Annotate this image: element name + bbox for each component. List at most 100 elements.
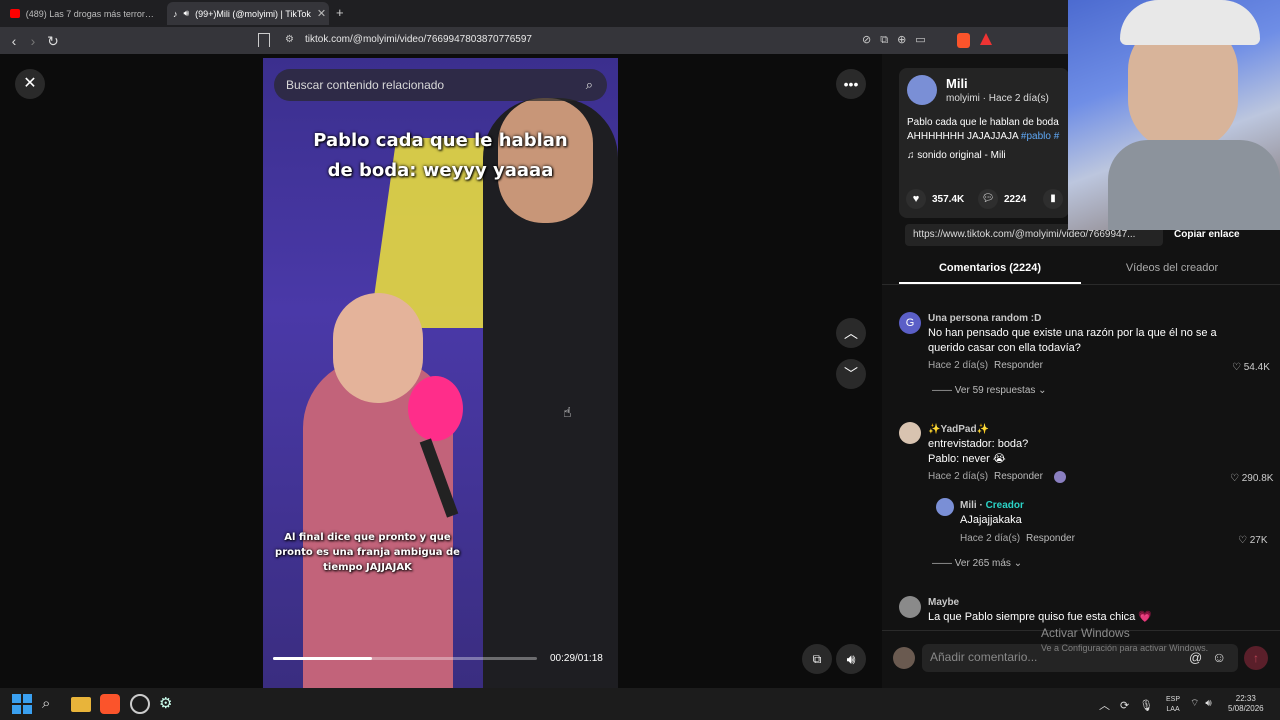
language-indicator[interactable]: ESP LAA <box>1166 695 1180 715</box>
new-tab-button[interactable]: + <box>336 5 344 20</box>
description-line1: Pablo cada que le hablan de boda <box>907 117 1059 128</box>
related-search-input[interactable]: Buscar contenido relacionado ⌕ <box>274 69 607 101</box>
comment-like[interactable]: ♡ 290.8K <box>1230 473 1273 484</box>
heart-icon[interactable]: ♥ <box>906 189 926 209</box>
comment-count: 2224 <box>1004 194 1027 205</box>
comment-time: Hace 2 día(s) <box>928 471 989 482</box>
author-avatar[interactable] <box>907 75 937 105</box>
search-icon[interactable]: ⌕ <box>42 694 62 714</box>
chevron-down-icon: ⌄ <box>1013 558 1023 569</box>
comment-like[interactable]: ♡ 54.4K <box>1232 362 1270 373</box>
forward-button[interactable]: › <box>24 32 42 50</box>
youtube-icon <box>10 9 20 18</box>
my-avatar <box>893 647 915 669</box>
tab-comments[interactable]: Comentarios (2224) <box>899 262 1081 274</box>
previous-video-button[interactable]: ︿ <box>836 318 866 348</box>
brave-shield-icon[interactable] <box>957 33 970 48</box>
streamer-cap <box>1120 0 1260 45</box>
copy-link-button[interactable]: Copiar enlace <box>1174 229 1240 240</box>
author-meta: molyimi · Hace 2 día(s) <box>946 93 1049 104</box>
next-video-button[interactable]: ﹀ <box>836 359 866 389</box>
site-info-icon[interactable]: ⚙ <box>285 34 294 45</box>
address-bar[interactable]: tiktok.com/@molyimi/video/76699478038707… <box>305 34 532 45</box>
like-count: 357.4K <box>932 194 965 205</box>
comment-username[interactable]: Maybe <box>928 597 959 608</box>
comment-text-line2: Pablo: never 😭 <box>928 453 1006 465</box>
close-tab-icon[interactable]: ✕ <box>317 7 326 20</box>
system-tray-icons[interactable]: ︿⟳🎙︎ <box>1099 697 1163 713</box>
search-icon[interactable]: ⌕ <box>586 77 593 93</box>
view-replies-label: Ver 59 respuestas <box>954 385 1036 396</box>
view-replies-button[interactable]: —— Ver 59 respuestas ⌄ <box>932 385 1047 396</box>
music-note-icon: ♫ <box>907 150 915 161</box>
close-video-button[interactable]: ✕ <box>15 69 45 99</box>
author-handle[interactable]: molyimi <box>946 93 980 104</box>
streamer-shirt <box>1108 140 1280 230</box>
view-more-button[interactable]: —— Ver 265 más ⌄ <box>932 558 1022 569</box>
comment-username[interactable]: ✨YadPad✨ <box>928 424 989 435</box>
comment-text: La que Pablo siempre quiso fue esta chic… <box>928 611 1153 623</box>
tab-youtube[interactable]: (489) Las 7 drogas más terroríficas de..… <box>4 2 162 25</box>
pip-button[interactable]: ⧉ <box>802 644 832 674</box>
webcam-overlay <box>1068 0 1280 230</box>
network-volume-icons[interactable]: ⌔🔊︎ <box>1190 697 1218 710</box>
view-more-label: Ver 265 más <box>954 558 1011 569</box>
bookmark-icon[interactable] <box>258 33 270 47</box>
back-button[interactable]: ‹ <box>5 32 23 50</box>
comment-avatar[interactable] <box>899 422 921 444</box>
clock[interactable]: 22:33 5/08/2026 <box>1228 694 1264 714</box>
reply-text: AJajajjakaka <box>960 514 1022 526</box>
activation-watermark-title: Activar Windows <box>1041 626 1130 640</box>
video-caption-bottom: Al final dice que pronto y que pronto es… <box>275 532 460 573</box>
reply-user: Mili <box>960 500 977 511</box>
video-player[interactable]: Pablo cada que le hablan de boda: weyyy … <box>263 58 618 688</box>
reply-button[interactable]: Responder <box>994 471 1043 482</box>
reply-username[interactable]: Mili · Creador <box>960 500 1024 511</box>
comment-like-count: 290.8K <box>1241 473 1274 484</box>
comment-text-line1: entrevistador: boda? <box>928 438 1029 450</box>
reload-button[interactable]: ↻ <box>44 32 62 50</box>
chevron-down-icon: ⌄ <box>1038 385 1047 396</box>
send-comment-button[interactable]: ↑ <box>1244 646 1268 670</box>
app-icon[interactable] <box>130 694 150 714</box>
comment-icon[interactable]: 💬︎ <box>978 189 998 209</box>
toolbar-icons[interactable]: ⊘⧉⊕▭ <box>862 33 935 47</box>
video-description: Pablo cada que le hablan de boda AHHHHHH… <box>907 116 1069 144</box>
comment-avatar[interactable]: G <box>899 312 921 334</box>
reply-button[interactable]: Responder <box>1026 533 1075 544</box>
lang-layout: LAA <box>1166 706 1180 713</box>
tab-creator-videos[interactable]: Vídeos del creador <box>1081 262 1263 274</box>
windows-start-icon[interactable] <box>12 694 32 714</box>
comment-like[interactable]: ♡ 27K <box>1238 535 1268 546</box>
video-progress-bar[interactable] <box>273 657 537 660</box>
reply-avatar[interactable] <box>936 498 954 516</box>
microphone <box>408 376 463 441</box>
clock-date: 5/08/2026 <box>1228 704 1264 713</box>
sound-info[interactable]: ♫ sonido original - Mili <box>907 150 1006 161</box>
emoji-icon[interactable]: ☺ <box>1212 649 1226 665</box>
author-name[interactable]: Mili <box>946 76 968 91</box>
creator-badge: Creador <box>985 500 1024 511</box>
divider <box>882 284 1280 285</box>
volume-button[interactable]: 🔊︎ <box>836 644 866 674</box>
heart-outline-icon: ♡ <box>1230 473 1239 484</box>
file-explorer-icon[interactable] <box>71 697 91 712</box>
comment-username[interactable]: Una persona random :D <box>928 313 1041 324</box>
steam-icon[interactable]: ⚙ <box>159 694 179 714</box>
comment-like-count: 27K <box>1249 535 1268 546</box>
clock-time: 22:33 <box>1235 694 1256 703</box>
sound-label: sonido original - Mili <box>917 150 1006 161</box>
creator-liked-avatar <box>1054 471 1066 483</box>
hashtags[interactable]: #pablo # <box>1021 131 1059 142</box>
woman-head <box>333 293 423 403</box>
brave-rewards-icon[interactable] <box>980 33 992 45</box>
comment-avatar[interactable] <box>899 596 921 618</box>
brave-browser-icon[interactable] <box>100 694 120 714</box>
tab-tiktok[interactable]: ♪ 🔊︎ (99+)Mili (@molyimi) | TikTok ✕ <box>167 2 329 25</box>
tab-label: (99+)Mili (@molyimi) | TikTok <box>195 8 311 19</box>
bookmark-icon[interactable]: ▮ <box>1043 189 1063 209</box>
heart-outline-icon: ♡ <box>1232 362 1241 373</box>
more-options-button[interactable]: ••• <box>836 69 866 99</box>
heart-outline-icon: ♡ <box>1238 535 1247 546</box>
reply-button[interactable]: Responder <box>994 360 1043 371</box>
